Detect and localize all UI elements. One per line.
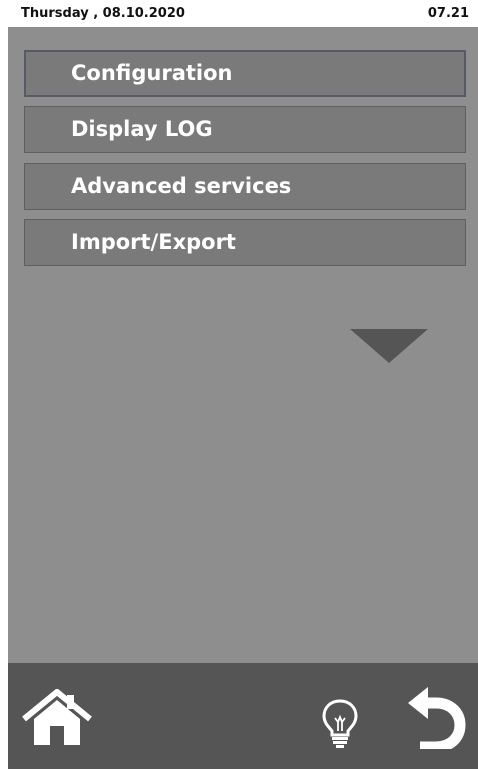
status-bar: Thursday , 08.10.2020 07.21 — [0, 0, 478, 27]
status-time: 07.21 — [427, 6, 469, 21]
lightbulb-icon — [322, 699, 358, 748]
menu-panel: Configuration Display LOG Advanced servi… — [8, 27, 478, 663]
import-export-button[interactable]: Import/Export — [24, 219, 466, 266]
back-arrow-icon — [408, 687, 466, 749]
scroll-down-arrow-icon[interactable] — [350, 329, 428, 363]
home-icon — [22, 689, 92, 745]
bottom-toolbar — [8, 663, 478, 769]
status-date: Thursday , 08.10.2020 — [21, 6, 185, 21]
display-log-button[interactable]: Display LOG — [24, 106, 466, 153]
home-button[interactable] — [21, 689, 93, 749]
advanced-services-button[interactable]: Advanced services — [24, 163, 466, 210]
configuration-button[interactable]: Configuration — [24, 50, 466, 97]
back-button[interactable] — [406, 685, 466, 749]
hint-button[interactable] — [319, 698, 361, 748]
